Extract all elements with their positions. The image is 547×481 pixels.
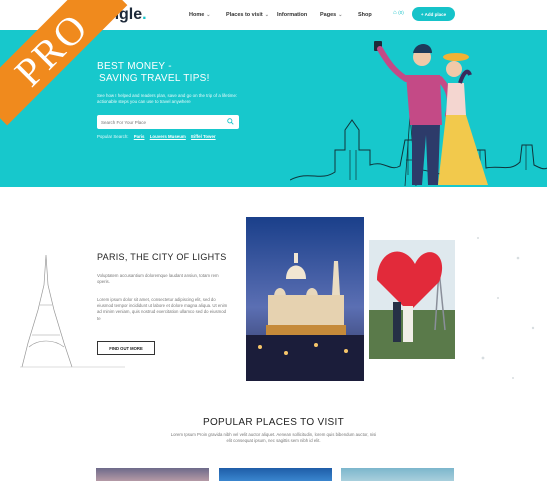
- search-icon[interactable]: [227, 118, 234, 125]
- search-input[interactable]: [101, 118, 221, 126]
- sacre-coeur-photo: [246, 217, 364, 381]
- chevron-down-icon: ⌄: [264, 12, 269, 18]
- section-intro: Voluptatem accusantium doloremque laudan…: [97, 273, 219, 285]
- nav-item-home[interactable]: Home ⌄: [189, 12, 210, 18]
- decorative-dots: [477, 237, 535, 379]
- chevron-down-icon: ⌄: [338, 12, 343, 18]
- nav-item-information[interactable]: Information: [277, 12, 307, 18]
- cart-count: (0): [398, 10, 404, 15]
- popular-link-eiffel[interactable]: Eiffel Tower: [191, 134, 216, 139]
- place-card[interactable]: [341, 468, 454, 481]
- hero-description: See how I helped and readers plan, save …: [97, 93, 238, 104]
- nav-label: Pages: [320, 12, 337, 18]
- popular-link-paris[interactable]: Paris: [134, 134, 145, 139]
- popular-places-description: Lorem Ipsum Proin gravida nibh vel velit…: [170, 432, 377, 444]
- cart-button[interactable]: ⌂ (0): [393, 10, 404, 16]
- section-body: Lorem ipsum dolor sit amet, consectetur …: [97, 297, 228, 321]
- logo-dot: .: [142, 6, 147, 23]
- couple-umbrella-photo: [369, 240, 455, 359]
- nav-item-pages[interactable]: Pages ⌄: [320, 12, 342, 18]
- chevron-down-icon: ⌄: [206, 12, 211, 18]
- popular-places-title: POPULAR PLACES TO VISIT: [202, 417, 345, 428]
- add-place-button[interactable]: + Add place: [412, 7, 455, 21]
- nav-item-shop[interactable]: Shop: [358, 12, 372, 18]
- popular-search-label: Popular Search:: [97, 134, 129, 139]
- popular-search: Popular Search: Paris Louvers Museum Eif…: [97, 134, 216, 139]
- nav-label: Information: [277, 12, 308, 18]
- cart-icon: ⌂: [393, 10, 397, 16]
- place-card[interactable]: [96, 468, 209, 481]
- place-card[interactable]: [219, 468, 332, 481]
- find-out-more-button[interactable]: FIND OUT MORE: [97, 341, 155, 355]
- nav-label: Shop: [358, 12, 372, 18]
- nav-label: Home: [189, 12, 205, 18]
- hero-section: BEST MONEY - SAVING TRAVEL TIPS! See how…: [0, 30, 547, 187]
- hero-title-line: SAVING TRAVEL TIPS!: [99, 73, 210, 84]
- search-box: [97, 115, 239, 129]
- travel-couple-illustration: [374, 41, 488, 185]
- nav-item-places[interactable]: Places to visit ⌄: [226, 12, 269, 18]
- hero-title: BEST MONEY - SAVING TRAVEL TIPS!: [97, 61, 210, 85]
- nav-label: Places to visit: [226, 12, 263, 18]
- popular-link-louvre[interactable]: Louvers Museum: [150, 134, 186, 139]
- section-title: PARIS, THE CITY OF LIGHTS: [97, 252, 227, 262]
- hero-title-line: BEST MONEY -: [97, 61, 172, 72]
